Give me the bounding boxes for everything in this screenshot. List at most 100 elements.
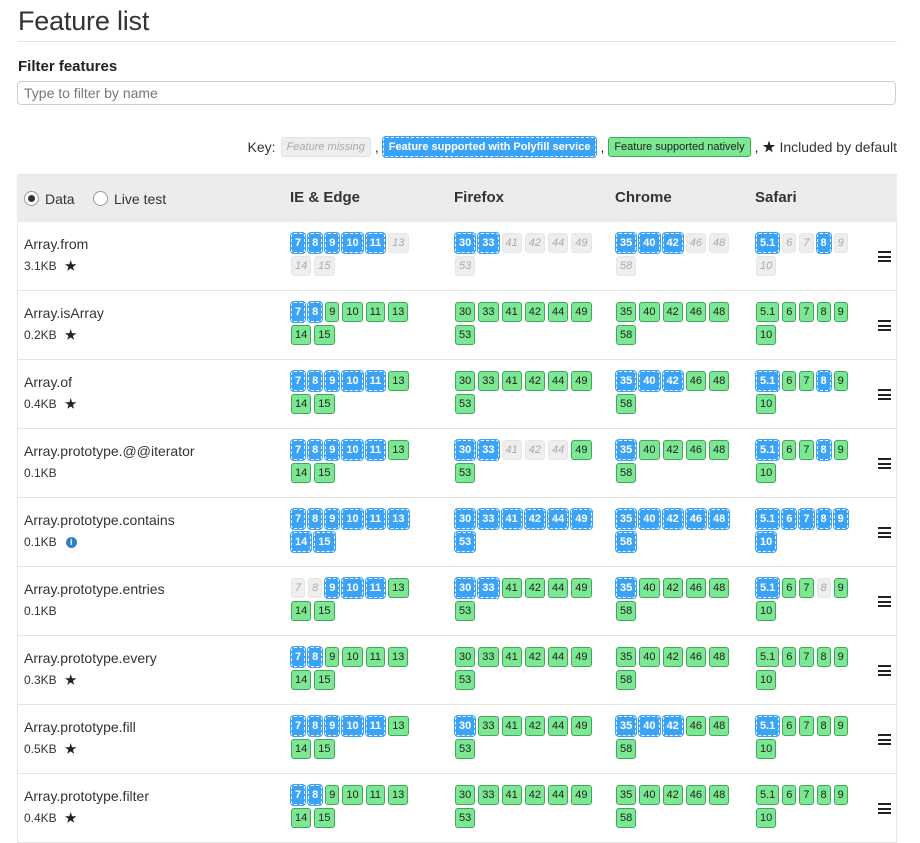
version-badge-native: 9 bbox=[325, 302, 340, 322]
version-badge-native: 46 bbox=[685, 716, 706, 736]
table-row: Array.isArray 0.2KB 7 8 9 10 11 13 14 15 30 33 41 42 4… bbox=[17, 291, 897, 360]
version-badge-polyfill: 40 bbox=[639, 371, 660, 391]
version-badge-native: 14 bbox=[291, 394, 312, 414]
page: Feature list Filter features Key: Featur… bbox=[0, 0, 920, 843]
hamburger-menu-icon[interactable] bbox=[878, 251, 891, 262]
version-badge-native: 40 bbox=[639, 440, 660, 460]
version-badge-polyfill: 30 bbox=[455, 440, 476, 460]
version-badge-native: 10 bbox=[756, 394, 777, 414]
version-badge-native: 6 bbox=[782, 716, 797, 736]
support-cell-chrome: 35 40 42 46 48 58 bbox=[616, 578, 746, 621]
support-cell-firefox: 30 33 41 42 44 49 53 bbox=[455, 371, 595, 414]
version-badge-native: 42 bbox=[662, 647, 683, 667]
mode-radio-live-test[interactable]: Live test bbox=[93, 175, 166, 222]
version-badge-native: 53 bbox=[455, 601, 476, 621]
info-icon[interactable]: i bbox=[65, 536, 77, 548]
version-badge-polyfill: 7 bbox=[291, 647, 306, 667]
hamburger-menu-icon[interactable] bbox=[878, 734, 891, 745]
hamburger-menu-icon[interactable] bbox=[878, 596, 891, 607]
version-badge-polyfill: 8 bbox=[308, 440, 323, 460]
version-badge-native: 6 bbox=[782, 371, 797, 391]
feature-name: Array.of bbox=[24, 374, 72, 390]
feature-size: 0.1KB bbox=[24, 466, 57, 480]
version-badge-polyfill: 7 bbox=[291, 716, 306, 736]
version-badge-polyfill: 5.1 bbox=[756, 440, 780, 460]
support-cell-firefox: 30 33 41 42 44 49 53 bbox=[455, 785, 595, 828]
key-separator: , bbox=[600, 139, 605, 155]
feature-name: Array.prototype.every bbox=[24, 650, 157, 666]
version-badge-polyfill: 8 bbox=[816, 371, 831, 391]
version-badge-native: 8 bbox=[816, 302, 831, 322]
version-badge-native: 13 bbox=[388, 647, 409, 667]
feature-size: 0.3KB bbox=[24, 673, 77, 687]
version-badge-native: 14 bbox=[291, 325, 312, 345]
star-icon bbox=[64, 260, 77, 271]
hamburger-menu-icon[interactable] bbox=[878, 320, 891, 331]
feature-name: Array.from bbox=[24, 236, 89, 252]
star-icon bbox=[64, 743, 77, 754]
version-badge-native: 41 bbox=[501, 371, 522, 391]
hamburger-menu-icon[interactable] bbox=[878, 458, 891, 469]
version-badge-native: 33 bbox=[478, 716, 499, 736]
support-cell-chrome: 35 40 42 46 48 58 bbox=[616, 233, 746, 276]
version-badge-polyfill: 8 bbox=[816, 233, 831, 253]
filter-input[interactable] bbox=[17, 81, 896, 105]
radio-unselected-icon[interactable] bbox=[93, 191, 108, 206]
column-header-ie-edge: IE & Edge bbox=[290, 189, 361, 206]
feature-size: 3.1KB bbox=[24, 259, 77, 273]
version-badge-polyfill: 10 bbox=[342, 509, 363, 529]
version-badge-native: 46 bbox=[685, 302, 706, 322]
version-badge-polyfill: 53 bbox=[455, 532, 476, 552]
version-badge-native: 15 bbox=[314, 463, 335, 483]
version-badge-native: 15 bbox=[314, 601, 335, 621]
version-badge-native: 33 bbox=[478, 371, 499, 391]
version-badge-native: 48 bbox=[709, 647, 730, 667]
support-cell-ie-edge: 7 8 9 10 11 13 14 15 bbox=[291, 509, 426, 552]
version-badge-native: 10 bbox=[756, 601, 777, 621]
version-badge-native: 9 bbox=[833, 440, 848, 460]
version-badge-polyfill: 46 bbox=[685, 509, 706, 529]
feature-table: Data Live test IE & Edge Firefox Chrome … bbox=[17, 174, 897, 843]
hamburger-menu-icon[interactable] bbox=[878, 665, 891, 676]
support-cell-chrome: 35 40 42 46 48 58 bbox=[616, 302, 746, 345]
version-badge-polyfill: 8 bbox=[308, 716, 323, 736]
table-row: Array.prototype.entries 0.1KB 7 8 9 10 11 13 14 1… bbox=[17, 567, 897, 636]
version-badge-polyfill: 7 bbox=[291, 440, 306, 460]
feature-size: 0.1KB i bbox=[24, 535, 77, 549]
support-cell-safari: 5.1 6 7 8 9 10 bbox=[756, 371, 861, 414]
version-badge-native: 6 bbox=[782, 785, 797, 805]
hamburger-menu-icon[interactable] bbox=[878, 527, 891, 538]
version-badge-native: 9 bbox=[325, 647, 340, 667]
version-badge-native: 53 bbox=[455, 394, 476, 414]
version-badge-polyfill: 5.1 bbox=[756, 371, 780, 391]
radio-selected-icon[interactable] bbox=[24, 191, 39, 206]
support-cell-ie-edge: 7 8 9 10 11 13 14 15 bbox=[291, 440, 426, 483]
version-badge-missing: 13 bbox=[388, 233, 409, 253]
version-badge-polyfill: 49 bbox=[571, 509, 592, 529]
table-header: Data Live test IE & Edge Firefox Chrome … bbox=[17, 174, 897, 222]
version-badge-native: 15 bbox=[314, 670, 335, 690]
version-badge-native: 49 bbox=[571, 578, 592, 598]
support-cell-firefox: 30 33 41 42 44 49 53 bbox=[455, 233, 595, 276]
version-badge-native: 7 bbox=[799, 302, 814, 322]
version-badge-polyfill: 42 bbox=[662, 509, 683, 529]
version-badge-native: 53 bbox=[455, 808, 476, 828]
version-badge-native: 58 bbox=[616, 670, 637, 690]
version-badge-native: 10 bbox=[342, 647, 363, 667]
version-badge-polyfill: 8 bbox=[308, 302, 323, 322]
version-badge-native: 58 bbox=[616, 808, 637, 828]
version-badge-native: 14 bbox=[291, 670, 312, 690]
mode-radio-data[interactable]: Data bbox=[24, 175, 75, 222]
version-badge-native: 14 bbox=[291, 463, 312, 483]
version-badge-native: 7 bbox=[799, 785, 814, 805]
hamburger-menu-icon[interactable] bbox=[878, 803, 891, 814]
hamburger-menu-icon[interactable] bbox=[878, 389, 891, 400]
version-badge-native: 44 bbox=[548, 647, 569, 667]
version-badge-native: 14 bbox=[291, 808, 312, 828]
version-badge-polyfill: 33 bbox=[478, 578, 499, 598]
key-polyfill-badge: Feature supported with Polyfill service bbox=[382, 137, 597, 157]
version-badge-native: 13 bbox=[388, 578, 409, 598]
version-badge-missing: 8 bbox=[308, 578, 323, 598]
version-badge-polyfill: 5.1 bbox=[756, 716, 780, 736]
version-badge-native: 40 bbox=[639, 785, 660, 805]
